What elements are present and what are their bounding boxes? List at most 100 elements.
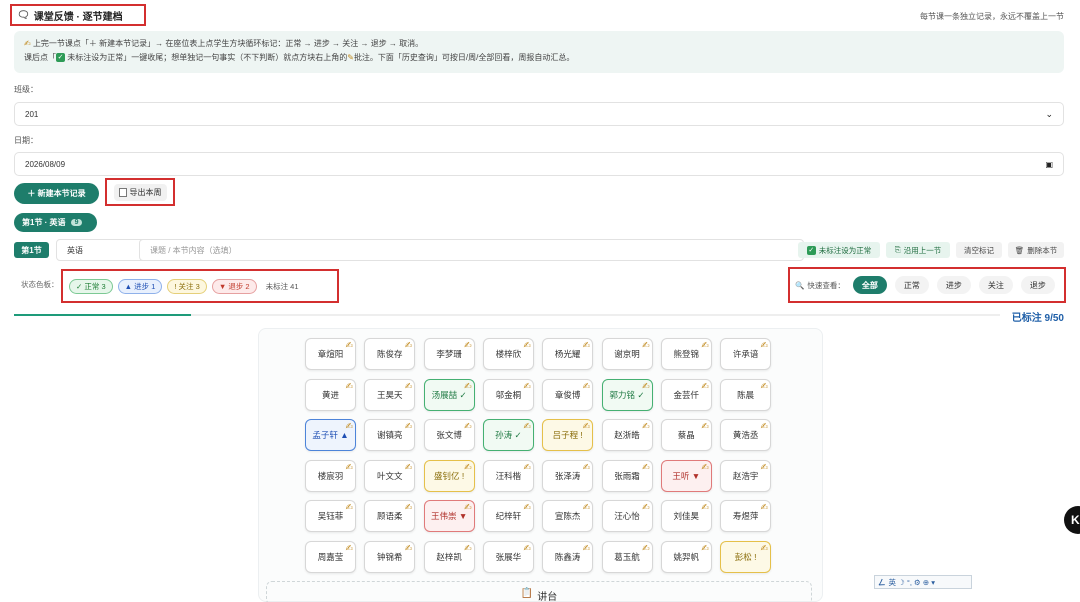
student-seat[interactable]: 黄进 ✍ (305, 378, 356, 411)
filter-all-button[interactable]: 全部 (852, 276, 887, 294)
student-seat[interactable]: 张泽涛 ✍ (542, 459, 594, 492)
annotate-pen-icon[interactable]: ✍ (642, 340, 650, 351)
annotate-pen-icon[interactable]: ✍ (523, 421, 531, 432)
student-seat[interactable]: 蔡晶 ✍ (660, 419, 712, 451)
student-seat[interactable]: 邬金桐 ✍ (482, 378, 534, 411)
student-seat[interactable]: 张文博 ✍ (423, 419, 475, 451)
student-seat[interactable]: 孟子轩 ▲ ✍ (305, 419, 356, 451)
student-seat[interactable]: 周嘉莹 ✍ (305, 540, 356, 573)
annotate-pen-icon[interactable]: ✍ (405, 502, 413, 513)
student-seat[interactable]: 楼宸羽 ✍ (305, 459, 356, 492)
student-seat[interactable]: 郭力铭 ✓ ✍ (601, 378, 653, 411)
filter-progress-button[interactable]: 进步 (936, 276, 971, 294)
annotate-pen-icon[interactable]: ✍ (523, 381, 531, 392)
annotate-pen-icon[interactable]: ✍ (345, 543, 353, 554)
student-seat[interactable]: 汪科楷 ✍ (482, 459, 534, 492)
student-seat[interactable]: 宣陈杰 ✍ (542, 500, 594, 532)
session-tab[interactable]: 第1节 · 英语 9 (14, 213, 97, 232)
student-seat[interactable]: 王昊天 ✍ (364, 378, 416, 411)
annotate-pen-icon[interactable]: ✍ (701, 462, 709, 473)
annotate-pen-icon[interactable]: ✍ (523, 502, 531, 513)
annotate-pen-icon[interactable]: ✍ (701, 381, 709, 392)
annotate-pen-icon[interactable]: ✍ (523, 340, 531, 351)
filter-normal-button[interactable]: 正常 (894, 276, 929, 294)
student-seat[interactable]: 陈鑫涛 ✍ (542, 540, 594, 573)
filter-concern-button[interactable]: 关注 (978, 276, 1013, 294)
student-seat[interactable]: 赵浩宇 ✍ (720, 459, 772, 492)
annotate-pen-icon[interactable]: ✍ (583, 502, 591, 513)
annotate-pen-icon[interactable]: ✍ (345, 340, 353, 351)
student-seat[interactable]: 汪心怡 ✍ (601, 500, 653, 532)
student-seat[interactable]: 黄浩丞 ✍ (720, 419, 772, 451)
clear-marks-button[interactable]: 清空标记 (956, 242, 1002, 258)
student-seat[interactable]: 王听 ▼ ✍ (660, 459, 712, 492)
student-seat[interactable]: 彭松 ! ✍ (720, 540, 772, 573)
student-seat[interactable]: 赵梓凯 ✍ (423, 540, 475, 573)
student-seat[interactable]: 李梦珊 ✍ (423, 338, 475, 370)
student-seat[interactable]: 孙涛 ✓ ✍ (482, 419, 534, 451)
student-seat[interactable]: 赵浙皓 ✍ (601, 419, 653, 451)
calendar-icon[interactable]: ▣ (1045, 160, 1053, 169)
student-seat[interactable]: 钟锦希 ✍ (364, 540, 416, 573)
annotate-pen-icon[interactable]: ✍ (642, 421, 650, 432)
annotate-pen-icon[interactable]: ✍ (464, 381, 472, 392)
student-seat[interactable]: 张展华 ✍ (482, 540, 534, 573)
student-seat[interactable]: 张雨霜 ✍ (601, 459, 653, 492)
mark-unmarked-normal-button[interactable]: ✓ 未标注设为正常 (798, 242, 880, 258)
export-week-button[interactable]: 导出本周 (113, 183, 167, 201)
annotate-pen-icon[interactable]: ✍ (405, 543, 413, 554)
annotate-pen-icon[interactable]: ✍ (761, 462, 769, 473)
annotate-pen-icon[interactable]: ✍ (642, 462, 650, 473)
annotate-pen-icon[interactable]: ✍ (701, 340, 709, 351)
student-seat[interactable]: 章煊阳 ✍ (305, 338, 356, 370)
annotate-pen-icon[interactable]: ✍ (761, 340, 769, 351)
annotate-pen-icon[interactable]: ✍ (583, 543, 591, 554)
annotate-pen-icon[interactable]: ✍ (345, 381, 353, 392)
student-seat[interactable]: 许承谙 ✍ (720, 338, 772, 370)
annotate-pen-icon[interactable]: ✍ (583, 340, 591, 351)
new-record-button[interactable]: ＋ 新建本节记录 (14, 183, 99, 204)
student-seat[interactable]: 章俊博 ✍ (542, 378, 594, 411)
ime-toolbar[interactable]: ㄥ 英 ☽ °, ⚙ ⊕ ▾ (874, 575, 972, 589)
filter-regress-button[interactable]: 退步 (1020, 276, 1055, 294)
student-seat[interactable]: 陈晨 ✍ (720, 378, 772, 411)
annotate-pen-icon[interactable]: ✍ (464, 462, 472, 473)
annotate-pen-icon[interactable]: ✍ (583, 421, 591, 432)
annotate-pen-icon[interactable]: ✍ (405, 340, 413, 351)
student-seat[interactable]: 谢镇亮 ✍ (364, 419, 416, 451)
annotate-pen-icon[interactable]: ✍ (761, 502, 769, 513)
annotate-pen-icon[interactable]: ✍ (583, 462, 591, 473)
annotate-pen-icon[interactable]: ✍ (642, 543, 650, 554)
annotate-pen-icon[interactable]: ✍ (701, 502, 709, 513)
annotate-pen-icon[interactable]: ✍ (701, 421, 709, 432)
date-input[interactable]: 2026/08/09 ▣ (14, 152, 1064, 176)
annotate-pen-icon[interactable]: ✍ (642, 502, 650, 513)
student-seat[interactable]: 刘佳昊 ✍ (660, 500, 712, 532)
student-seat[interactable]: 汤展喆 ✓ ✍ (423, 378, 475, 411)
annotate-pen-icon[interactable]: ✍ (405, 421, 413, 432)
topic-input[interactable]: 课题 / 本节内容（选填） (139, 239, 804, 261)
student-seat[interactable]: 顾语柔 ✍ (364, 500, 416, 532)
annotate-pen-icon[interactable]: ✍ (345, 502, 353, 513)
annotate-pen-icon[interactable]: ✍ (523, 543, 531, 554)
subject-input[interactable]: 英语 (56, 239, 148, 261)
student-seat[interactable]: 姚羿帆 ✍ (660, 540, 712, 573)
annotate-pen-icon[interactable]: ✍ (761, 543, 769, 554)
student-seat[interactable]: 吕子程 ! ✍ (542, 419, 594, 451)
student-seat[interactable]: 盛钊亿 ! ✍ (423, 459, 475, 492)
student-seat[interactable]: 叶文文 ✍ (364, 459, 416, 492)
annotate-pen-icon[interactable]: ✍ (761, 381, 769, 392)
annotate-pen-icon[interactable]: ✍ (523, 462, 531, 473)
annotate-pen-icon[interactable]: ✍ (464, 502, 472, 513)
student-seat[interactable]: 吴钰菲 ✍ (305, 500, 356, 532)
class-select[interactable]: 201 ⌄ (14, 102, 1064, 126)
student-seat[interactable]: 寿煜萍 ✍ (720, 500, 772, 532)
annotate-pen-icon[interactable]: ✍ (345, 421, 353, 432)
student-seat[interactable]: 谢京明 ✍ (601, 338, 653, 370)
student-seat[interactable]: 纪梓轩 ✍ (482, 500, 534, 532)
floating-assistant-button[interactable]: K (1064, 506, 1080, 534)
annotate-pen-icon[interactable]: ✍ (701, 543, 709, 554)
student-seat[interactable]: 杨光耀 ✍ (542, 338, 594, 370)
annotate-pen-icon[interactable]: ✍ (583, 381, 591, 392)
copy-previous-button[interactable]: ⎘ 沿用上一节 (886, 242, 950, 258)
